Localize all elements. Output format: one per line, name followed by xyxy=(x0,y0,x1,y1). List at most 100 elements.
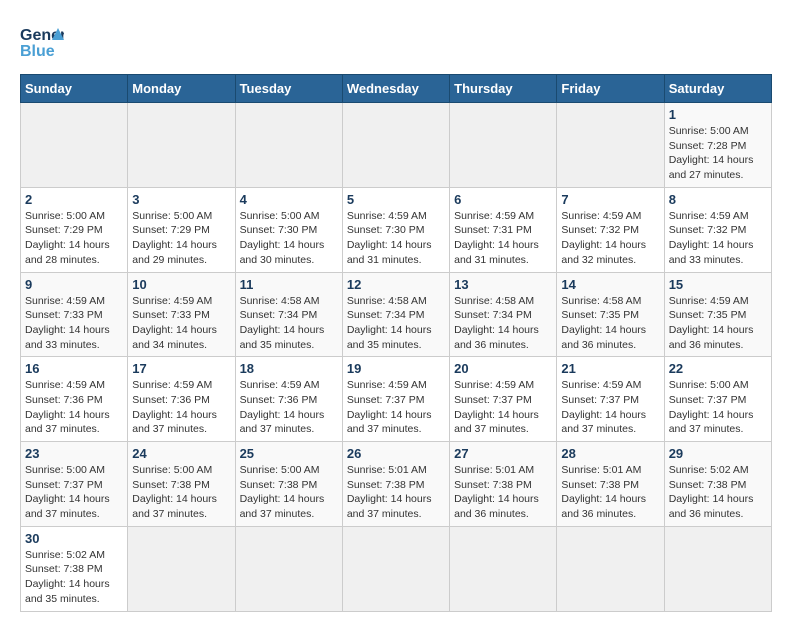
table-row: 16 Sunrise: 4:59 AMSunset: 7:36 PMDayligh… xyxy=(21,357,128,442)
day-info: Sunrise: 4:59 AMSunset: 7:36 PMDaylight:… xyxy=(25,379,110,435)
day-number: 27 xyxy=(454,446,552,461)
day-info: Sunrise: 4:59 AMSunset: 7:33 PMDaylight:… xyxy=(25,295,110,351)
empty-cell xyxy=(450,526,557,611)
day-number: 4 xyxy=(240,192,338,207)
table-row: 24 Sunrise: 5:00 AMSunset: 7:38 PMDayligh… xyxy=(128,442,235,527)
day-info: Sunrise: 4:58 AMSunset: 7:34 PMDaylight:… xyxy=(240,295,325,351)
day-number: 9 xyxy=(25,277,123,292)
day-info: Sunrise: 4:58 AMSunset: 7:34 PMDaylight:… xyxy=(347,295,432,351)
day-number: 12 xyxy=(347,277,445,292)
day-info: Sunrise: 4:59 AMSunset: 7:32 PMDaylight:… xyxy=(561,210,646,266)
table-row: 14 Sunrise: 4:58 AMSunset: 7:35 PMDayligh… xyxy=(557,272,664,357)
day-number: 10 xyxy=(132,277,230,292)
table-row: 23 Sunrise: 5:00 AMSunset: 7:37 PMDayligh… xyxy=(21,442,128,527)
table-row: 1 Sunrise: 5:00 AMSunset: 7:28 PMDaylight… xyxy=(664,103,771,188)
day-number: 1 xyxy=(669,107,767,122)
calendar-week-4: 16 Sunrise: 4:59 AMSunset: 7:36 PMDayligh… xyxy=(21,357,772,442)
day-number: 11 xyxy=(240,277,338,292)
day-info: Sunrise: 5:01 AMSunset: 7:38 PMDaylight:… xyxy=(561,464,646,520)
calendar-header-row: SundayMondayTuesdayWednesdayThursdayFrid… xyxy=(21,75,772,103)
calendar-week-1: 1 Sunrise: 5:00 AMSunset: 7:28 PMDaylight… xyxy=(21,103,772,188)
calendar-body: 1 Sunrise: 5:00 AMSunset: 7:28 PMDaylight… xyxy=(21,103,772,612)
day-info: Sunrise: 5:02 AMSunset: 7:38 PMDaylight:… xyxy=(25,549,110,605)
table-row: 22Sunrise: 5:00 AMSunset: 7:37 PMDayligh… xyxy=(664,357,771,442)
calendar-week-2: 2 Sunrise: 5:00 AMSunset: 7:29 PMDaylight… xyxy=(21,187,772,272)
header-monday: Monday xyxy=(128,75,235,103)
day-number: 20 xyxy=(454,361,552,376)
day-number: 7 xyxy=(561,192,659,207)
calendar-week-3: 9 Sunrise: 4:59 AMSunset: 7:33 PMDaylight… xyxy=(21,272,772,357)
day-info: Sunrise: 4:59 AMSunset: 7:30 PMDaylight:… xyxy=(347,210,432,266)
day-info: Sunrise: 5:00 AMSunset: 7:38 PMDaylight:… xyxy=(240,464,325,520)
empty-cell xyxy=(557,526,664,611)
day-number: 17 xyxy=(132,361,230,376)
svg-text:Blue: Blue xyxy=(20,43,55,60)
table-row: 17 Sunrise: 4:59 AMSunset: 7:36 PMDayligh… xyxy=(128,357,235,442)
day-info: Sunrise: 5:00 AMSunset: 7:38 PMDaylight:… xyxy=(132,464,217,520)
empty-cell xyxy=(21,103,128,188)
day-number: 25 xyxy=(240,446,338,461)
day-info: Sunrise: 4:59 AMSunset: 7:37 PMDaylight:… xyxy=(454,379,539,435)
empty-cell xyxy=(557,103,664,188)
day-number: 16 xyxy=(25,361,123,376)
day-number: 18 xyxy=(240,361,338,376)
day-number: 28 xyxy=(561,446,659,461)
table-row: 8 Sunrise: 4:59 AMSunset: 7:32 PMDaylight… xyxy=(664,187,771,272)
day-info: Sunrise: 5:00 AMSunset: 7:28 PMDaylight:… xyxy=(669,125,754,181)
table-row: 6Sunrise: 4:59 AMSunset: 7:31 PMDaylight… xyxy=(450,187,557,272)
day-info: Sunrise: 4:59 AMSunset: 7:36 PMDaylight:… xyxy=(132,379,217,435)
page-header: General Blue xyxy=(20,20,772,64)
day-info: Sunrise: 5:01 AMSunset: 7:38 PMDaylight:… xyxy=(454,464,539,520)
header-tuesday: Tuesday xyxy=(235,75,342,103)
table-row: 13 Sunrise: 4:58 AMSunset: 7:34 PMDayligh… xyxy=(450,272,557,357)
day-number: 29 xyxy=(669,446,767,461)
day-number: 13 xyxy=(454,277,552,292)
table-row: 30 Sunrise: 5:02 AMSunset: 7:38 PMDayligh… xyxy=(21,526,128,611)
table-row: 26 Sunrise: 5:01 AMSunset: 7:38 PMDayligh… xyxy=(342,442,449,527)
day-info: Sunrise: 5:00 AMSunset: 7:29 PMDaylight:… xyxy=(132,210,217,266)
day-info: Sunrise: 4:59 AMSunset: 7:33 PMDaylight:… xyxy=(132,295,217,351)
header-wednesday: Wednesday xyxy=(342,75,449,103)
day-info: Sunrise: 4:59 AMSunset: 7:37 PMDaylight:… xyxy=(347,379,432,435)
day-number: 24 xyxy=(132,446,230,461)
day-number: 3 xyxy=(132,192,230,207)
logo-icon: General Blue xyxy=(20,20,64,64)
day-number: 26 xyxy=(347,446,445,461)
empty-cell xyxy=(128,526,235,611)
day-info: Sunrise: 5:01 AMSunset: 7:38 PMDaylight:… xyxy=(347,464,432,520)
header-friday: Friday xyxy=(557,75,664,103)
day-number: 30 xyxy=(25,531,123,546)
day-number: 15 xyxy=(669,277,767,292)
empty-cell xyxy=(342,103,449,188)
empty-cell xyxy=(235,103,342,188)
header-thursday: Thursday xyxy=(450,75,557,103)
table-row: 4 Sunrise: 5:00 AMSunset: 7:30 PMDaylight… xyxy=(235,187,342,272)
empty-cell xyxy=(664,526,771,611)
day-info: Sunrise: 4:58 AMSunset: 7:35 PMDaylight:… xyxy=(561,295,646,351)
day-info: Sunrise: 4:59 AMSunset: 7:36 PMDaylight:… xyxy=(240,379,325,435)
table-row: 9 Sunrise: 4:59 AMSunset: 7:33 PMDaylight… xyxy=(21,272,128,357)
header-saturday: Saturday xyxy=(664,75,771,103)
day-info: Sunrise: 4:58 AMSunset: 7:34 PMDaylight:… xyxy=(454,295,539,351)
table-row: 5 Sunrise: 4:59 AMSunset: 7:30 PMDaylight… xyxy=(342,187,449,272)
day-number: 5 xyxy=(347,192,445,207)
table-row: 28 Sunrise: 5:01 AMSunset: 7:38 PMDayligh… xyxy=(557,442,664,527)
day-info: Sunrise: 5:00 AMSunset: 7:30 PMDaylight:… xyxy=(240,210,325,266)
day-number: 14 xyxy=(561,277,659,292)
day-info: Sunrise: 5:00 AMSunset: 7:37 PMDaylight:… xyxy=(669,379,754,435)
day-info: Sunrise: 4:59 AMSunset: 7:37 PMDaylight:… xyxy=(561,379,646,435)
table-row: 20 Sunrise: 4:59 AMSunset: 7:37 PMDayligh… xyxy=(450,357,557,442)
day-info: Sunrise: 5:00 AMSunset: 7:37 PMDaylight:… xyxy=(25,464,110,520)
day-info: Sunrise: 4:59 AMSunset: 7:35 PMDaylight:… xyxy=(669,295,754,351)
day-number: 23 xyxy=(25,446,123,461)
day-info: Sunrise: 5:00 AMSunset: 7:29 PMDaylight:… xyxy=(25,210,110,266)
day-number: 21 xyxy=(561,361,659,376)
empty-cell xyxy=(128,103,235,188)
empty-cell xyxy=(235,526,342,611)
logo: General Blue xyxy=(20,20,64,64)
day-number: 2 xyxy=(25,192,123,207)
day-info: Sunrise: 4:59 AMSunset: 7:32 PMDaylight:… xyxy=(669,210,754,266)
table-row: 25 Sunrise: 5:00 AMSunset: 7:38 PMDayligh… xyxy=(235,442,342,527)
table-row: 18 Sunrise: 4:59 AMSunset: 7:36 PMDayligh… xyxy=(235,357,342,442)
day-number: 8 xyxy=(669,192,767,207)
